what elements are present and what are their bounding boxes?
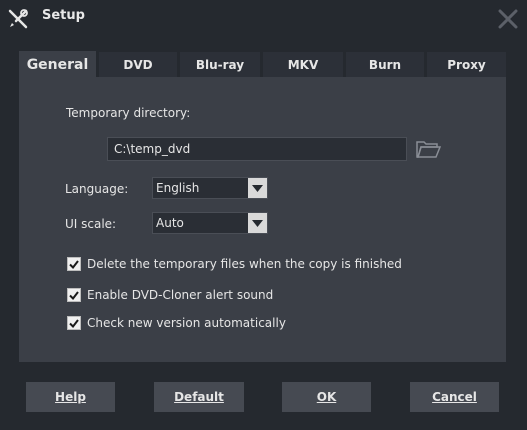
delete-temp-label: Delete the temporary files when the copy… [87,257,402,271]
temp-dir-label: Temporary directory: [66,106,191,120]
language-label: Language: [65,182,129,196]
delete-temp-checkbox-row[interactable]: Delete the temporary files when the copy… [67,256,402,272]
check-version-checkbox[interactable] [67,316,81,330]
tab-proxy[interactable]: Proxy [427,52,506,78]
chevron-down-icon [248,213,267,233]
check-version-label: Check new version automatically [87,316,286,330]
check-icon [69,259,79,269]
ok-button[interactable]: OK [282,382,371,412]
delete-temp-checkbox[interactable] [67,257,81,271]
tools-icon [8,9,28,29]
close-icon[interactable] [497,8,519,30]
check-icon [69,318,79,328]
tab-general[interactable]: General [19,51,96,78]
title-bar: Setup [0,0,527,40]
chevron-down-icon [248,178,267,198]
check-icon [69,290,79,300]
alert-sound-checkbox-row[interactable]: Enable DVD-Cloner alert sound [67,287,273,303]
temp-dir-input[interactable] [107,137,407,161]
tab-mkv[interactable]: MKV [263,52,343,78]
tab-blu-ray[interactable]: Blu-ray [180,52,260,78]
window-title: Setup [42,8,85,23]
language-select[interactable]: English [152,177,268,199]
ui-scale-select[interactable]: Auto [152,212,268,234]
tab-bar: General DVD Blu-ray MKV Burn Proxy [19,51,506,78]
tab-burn[interactable]: Burn [346,52,424,78]
check-version-checkbox-row[interactable]: Check new version automatically [67,315,286,331]
help-button[interactable]: Help [26,382,115,412]
ui-scale-value: Auto [156,216,184,230]
default-button[interactable]: Default [154,382,244,412]
ui-scale-label: UI scale: [65,217,117,231]
language-value: English [156,181,200,195]
alert-sound-checkbox[interactable] [67,288,81,302]
tab-dvd[interactable]: DVD [99,52,177,78]
alert-sound-label: Enable DVD-Cloner alert sound [87,288,274,302]
folder-icon[interactable] [415,138,441,160]
cancel-button[interactable]: Cancel [410,382,499,412]
